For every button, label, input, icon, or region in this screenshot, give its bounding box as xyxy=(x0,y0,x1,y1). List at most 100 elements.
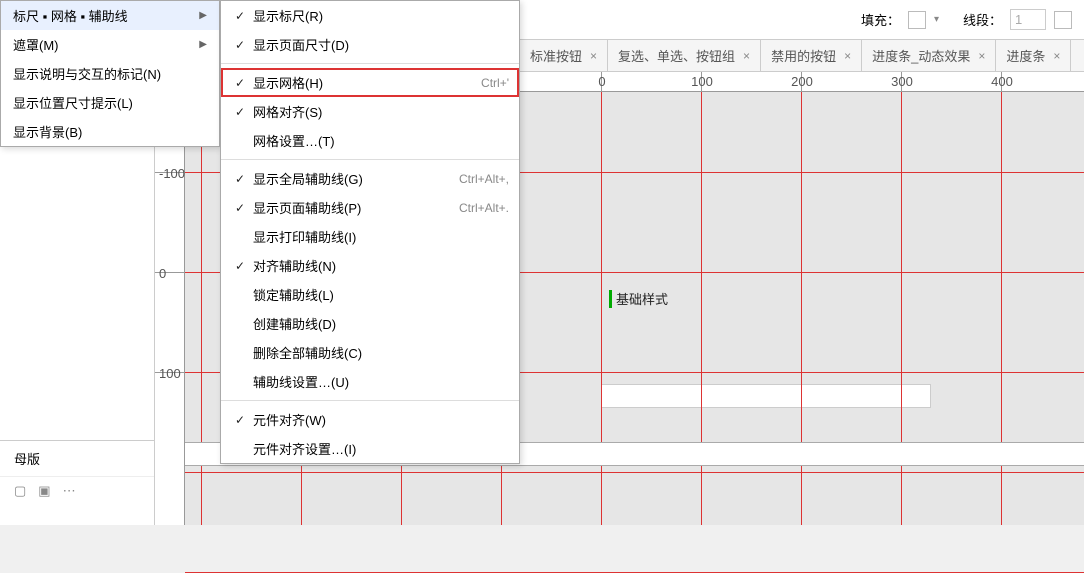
page-tab-label: 标准按钮 xyxy=(530,46,582,65)
submenu-item-label: 显示页面辅助线(P) xyxy=(253,198,449,217)
add-page-icon[interactable]: ▢ xyxy=(14,483,26,499)
submenu-item[interactable]: 元件对齐设置…(I) xyxy=(221,434,519,463)
menu-item-label: 显示说明与交互的标记(N) xyxy=(13,64,161,83)
submenu-arrow-icon: ▶ xyxy=(199,10,207,21)
submenu-shortcut: Ctrl+' xyxy=(471,76,509,90)
page-tabstrip: 标准按钮 × 复选、单选、按钮组 × 禁用的按钮 × 进度条_动态效果 × 进度条 × xyxy=(520,40,1084,72)
checkmark-icon: ✓ xyxy=(235,76,253,90)
page-tab[interactable]: 复选、单选、按钮组 × xyxy=(608,40,761,71)
left-bottom-panel: 母版 ▢ ▣ ⋯ xyxy=(0,440,155,525)
page-tab-label: 进度条 xyxy=(1006,46,1045,65)
menu-item-label: 显示背景(B) xyxy=(13,122,82,141)
page-tab-label: 禁用的按钮 xyxy=(771,46,836,65)
submenu-item[interactable]: ✓显示标尺(R) xyxy=(221,1,519,30)
checkmark-icon: ✓ xyxy=(235,413,253,427)
submenu-item[interactable]: 辅助线设置…(U) xyxy=(221,367,519,396)
text-cursor-icon xyxy=(609,290,612,308)
checkmark-icon: ✓ xyxy=(235,172,253,186)
close-icon[interactable]: × xyxy=(844,49,851,63)
checkmark-icon: ✓ xyxy=(235,38,253,52)
grid-line-horizontal xyxy=(185,472,1084,473)
checkmark-icon: ✓ xyxy=(235,201,253,215)
submenu-item[interactable]: ✓显示页面尺寸(D) xyxy=(221,30,519,59)
checkmark-icon: ✓ xyxy=(235,105,253,119)
ruler-tick: 0 xyxy=(601,72,602,92)
submenu-item-label: 创建辅助线(D) xyxy=(253,314,499,333)
menu-item[interactable]: 显示位置尺寸提示(L) xyxy=(1,88,219,117)
menu-item-label: 遮罩(M) xyxy=(13,35,59,54)
close-icon[interactable]: × xyxy=(743,49,750,63)
ruler-tick: 100 xyxy=(155,372,185,373)
submenu-item-label: 锁定辅助线(L) xyxy=(253,285,499,304)
page-tab-label: 复选、单选、按钮组 xyxy=(618,46,735,65)
submenu-item[interactable]: ✓显示全局辅助线(G)Ctrl+Alt+, xyxy=(221,164,519,193)
submenu-item-label: 对齐辅助线(N) xyxy=(253,256,499,275)
close-icon[interactable]: × xyxy=(590,49,597,63)
submenu-arrow-icon: ▶ xyxy=(199,39,207,50)
submenu-item-label: 显示打印辅助线(I) xyxy=(253,227,499,246)
submenu-item[interactable]: 显示打印辅助线(I) xyxy=(221,222,519,251)
fill-label: 填充： xyxy=(861,10,900,29)
menu-item-label: 显示位置尺寸提示(L) xyxy=(13,93,133,112)
sample-text-label[interactable]: 基础样式 xyxy=(605,287,672,310)
submenu-item[interactable]: 锁定辅助线(L) xyxy=(221,280,519,309)
checkmark-icon: ✓ xyxy=(235,9,253,23)
submenu-shortcut: Ctrl+Alt+, xyxy=(449,172,509,186)
fill-group: 填充： ▾ xyxy=(849,10,951,29)
menu-separator xyxy=(221,63,519,64)
ruler-tick: 0 xyxy=(155,272,185,273)
page-tab[interactable]: 禁用的按钮 × xyxy=(761,40,862,71)
submenu-item-label: 辅助线设置…(U) xyxy=(253,372,499,391)
submenu-item[interactable]: ✓网格对齐(S) xyxy=(221,97,519,126)
add-folder-icon[interactable]: ▣ xyxy=(38,483,50,499)
submenu-item-label: 网格对齐(S) xyxy=(253,102,499,121)
submenu-item-label: 显示全局辅助线(G) xyxy=(253,169,449,188)
submenu-item-label: 元件对齐(W) xyxy=(253,410,499,429)
page-tab-label: 进度条_动态效果 xyxy=(872,46,970,65)
submenu-item[interactable]: 网格设置…(T) xyxy=(221,126,519,155)
masters-toolbar: ▢ ▣ ⋯ xyxy=(0,477,154,505)
masters-tab[interactable]: 母版 xyxy=(0,441,154,477)
submenu-item-label: 显示网格(H) xyxy=(253,73,471,92)
menu-item[interactable]: 显示背景(B) xyxy=(1,117,219,146)
ruler-tick: 100 xyxy=(701,72,702,92)
fill-dropdown-icon[interactable]: ▾ xyxy=(934,14,939,25)
menu-item[interactable]: 显示说明与交互的标记(N) xyxy=(1,59,219,88)
ruler-grid-guides-submenu: ✓显示标尺(R)✓显示页面尺寸(D)✓显示网格(H)Ctrl+'✓网格对齐(S)… xyxy=(220,0,520,464)
submenu-item[interactable]: 创建辅助线(D) xyxy=(221,309,519,338)
submenu-item-label: 元件对齐设置…(I) xyxy=(253,439,499,458)
line-swatch[interactable] xyxy=(1054,11,1072,29)
ruler-tick: 200 xyxy=(801,72,802,92)
page-tab[interactable]: 进度条 × xyxy=(996,40,1071,71)
sample-text: 基础样式 xyxy=(616,289,668,308)
submenu-item[interactable]: ✓显示页面辅助线(P)Ctrl+Alt+. xyxy=(221,193,519,222)
ruler-tick: -100 xyxy=(155,172,185,173)
page-tab[interactable]: 进度条_动态效果 × xyxy=(862,40,996,71)
submenu-item[interactable]: 删除全部辅助线(C) xyxy=(221,338,519,367)
submenu-item-label: 网格设置…(T) xyxy=(253,131,499,150)
page-tab[interactable]: 标准按钮 × xyxy=(520,40,608,71)
ruler-vertical[interactable]: -100 0 100 xyxy=(155,92,185,525)
submenu-item-label: 删除全部辅助线(C) xyxy=(253,343,499,362)
submenu-item[interactable]: ✓元件对齐(W) xyxy=(221,405,519,434)
submenu-item-label: 显示标尺(R) xyxy=(253,6,499,25)
sample-widget-box[interactable] xyxy=(601,384,931,408)
view-menu: 标尺 ▪ 网格 ▪ 辅助线 ▶ 遮罩(M) ▶ 显示说明与交互的标记(N) 显示位置尺寸提… xyxy=(0,0,220,147)
fill-swatch[interactable] xyxy=(908,11,926,29)
menu-separator xyxy=(221,400,519,401)
close-icon[interactable]: × xyxy=(1053,49,1060,63)
menu-separator xyxy=(221,159,519,160)
menu-item[interactable]: 标尺 ▪ 网格 ▪ 辅助线 ▶ xyxy=(1,1,219,30)
line-label: 线段： xyxy=(963,10,1002,29)
checkmark-icon: ✓ xyxy=(235,259,253,273)
menu-item-label: 标尺 ▪ 网格 ▪ 辅助线 xyxy=(13,6,128,25)
ruler-tick: 300 xyxy=(901,72,902,92)
line-width-input[interactable] xyxy=(1010,9,1046,30)
menu-item[interactable]: 遮罩(M) ▶ xyxy=(1,30,219,59)
submenu-item-label: 显示页面尺寸(D) xyxy=(253,35,499,54)
submenu-item[interactable]: ✓显示网格(H)Ctrl+' xyxy=(221,68,519,97)
close-icon[interactable]: × xyxy=(978,49,985,63)
ruler-tick: 400 xyxy=(1001,72,1002,92)
more-icon[interactable]: ⋯ xyxy=(63,483,76,499)
submenu-item[interactable]: ✓对齐辅助线(N) xyxy=(221,251,519,280)
